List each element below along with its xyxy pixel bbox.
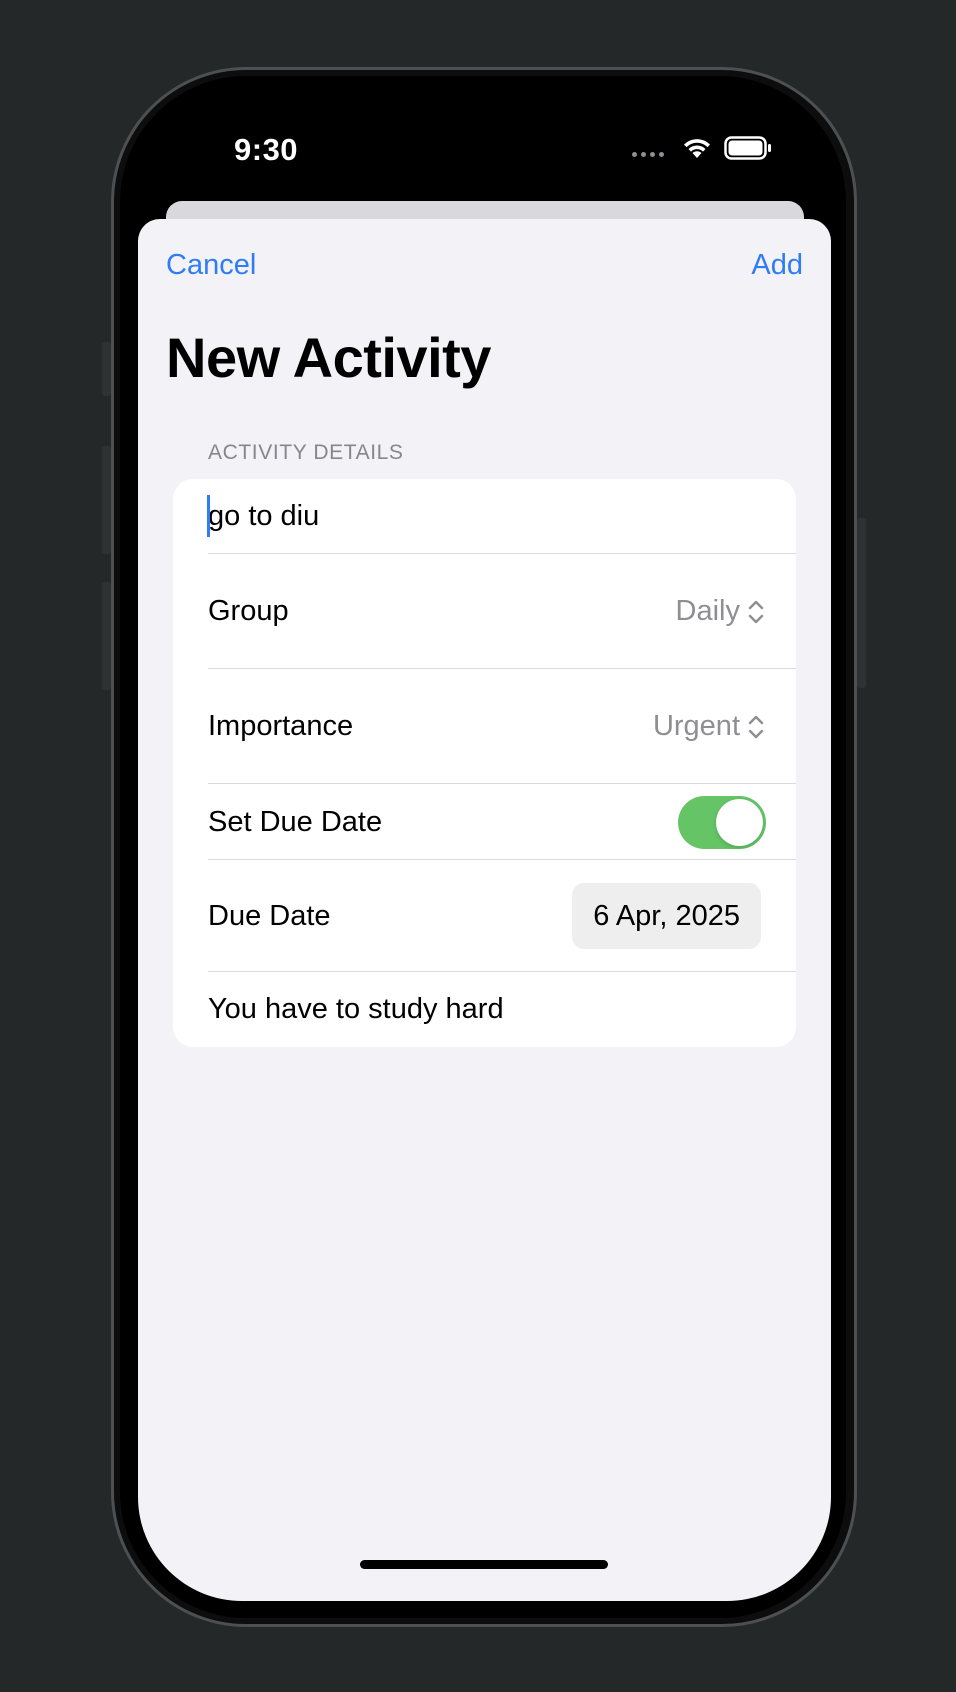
cancel-button[interactable]: Cancel xyxy=(166,249,256,282)
importance-value: Urgent xyxy=(652,710,740,742)
section-header: ACTIVITY DETAILS xyxy=(208,441,404,464)
silent-switch xyxy=(102,342,111,396)
group-picker-row[interactable]: Group Daily xyxy=(208,554,796,669)
page-title: New Activity xyxy=(166,326,491,389)
volume-up-button xyxy=(102,446,111,554)
add-button[interactable]: Add xyxy=(751,249,803,282)
notes-text[interactable]: You have to study hard xyxy=(208,993,764,1026)
activity-name-input[interactable] xyxy=(208,500,764,533)
new-activity-sheet: Cancel Add New Activity ACTIVITY DETAILS… xyxy=(138,219,831,1601)
importance-label: Importance xyxy=(208,710,354,742)
home-indicator[interactable] xyxy=(360,1560,608,1569)
text-cursor xyxy=(207,495,210,537)
group-picker[interactable]: Daily xyxy=(676,595,764,628)
activity-details-card: Group Daily Importance Urgent Set Due Da… xyxy=(173,479,796,1047)
volume-down-button xyxy=(102,582,111,690)
toggle-knob xyxy=(716,798,763,846)
battery-icon xyxy=(724,136,771,160)
due-date-label: Due Date xyxy=(208,899,331,932)
importance-picker-row[interactable]: Importance Urgent xyxy=(208,669,796,784)
chevron-up-down-icon xyxy=(748,600,764,623)
set-due-date-row: Set Due Date xyxy=(208,784,796,860)
set-due-date-label: Set Due Date xyxy=(208,805,383,838)
due-date-picker[interactable]: 6 Apr, 2025 xyxy=(572,883,761,949)
group-label: Group xyxy=(208,595,289,627)
notes-row[interactable]: You have to study hard xyxy=(208,972,796,1047)
importance-picker[interactable]: Urgent xyxy=(653,710,764,743)
cellular-dots-icon xyxy=(632,151,664,157)
chevron-up-down-icon xyxy=(748,715,764,738)
group-value: Daily xyxy=(675,595,740,627)
set-due-date-toggle[interactable] xyxy=(678,795,766,849)
wifi-icon xyxy=(684,139,710,158)
activity-name-row xyxy=(207,479,796,554)
due-date-row: Due Date 6 Apr, 2025 xyxy=(208,860,796,972)
status-icons xyxy=(632,136,772,160)
power-button xyxy=(857,518,866,688)
status-time: 9:30 xyxy=(234,132,299,167)
